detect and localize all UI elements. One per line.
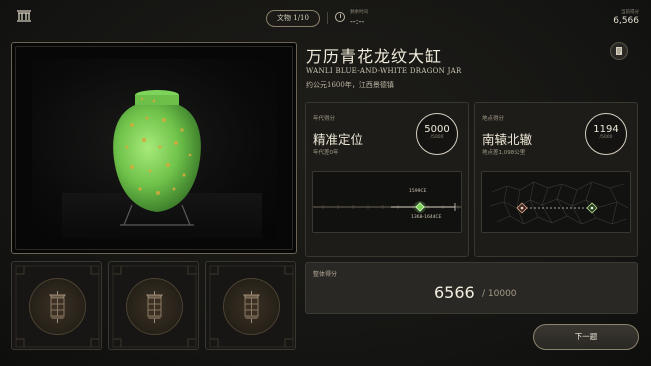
artifact-thumbnail-2[interactable] [108,261,199,350]
location-score-ring: 1194 /5000 [585,113,627,155]
artifact-date-location: 约公元1600年，江西景德镇 [306,81,394,89]
time-value: --:-- [350,17,365,26]
top-bar: 文物 1/10 剩余时间 --:-- 当前得分 6,566 [0,0,651,36]
lantern-icon [49,291,66,323]
location-score-value: 1194 [593,124,619,135]
document-icon [616,47,622,55]
artifact-image-frame [11,42,297,254]
location-score-card: 地点得分 南辕北辙 地点差1,098公里 1194 /5000 [474,102,638,257]
era-score-card: 年代得分 精准定位 年代差0年 5000 /5000 1599CE 1368-1… [305,102,469,257]
location-distance: 地点差1,098公里 [482,150,526,156]
era-timeline: 1599CE 1368-1644CE [312,171,462,233]
era-score-ring: 5000 /5000 [416,113,458,155]
era-score-value: 5000 [424,124,450,135]
artifact-counter: 文物 1/10 [266,10,320,27]
location-score-max: /5000 [599,135,613,140]
current-score-value: 6,566 [613,16,639,26]
lantern-icon [146,291,163,323]
era-score-max: /5000 [430,135,444,140]
museum-icon [17,10,31,22]
divider [327,12,328,24]
location-map[interactable] [481,171,631,233]
era-range-label: 1368-1644CE [411,215,442,220]
timeline-graphic [313,201,461,213]
artifact-thumbnail-3[interactable] [205,261,296,350]
total-score-label: 整体得分 [313,271,338,278]
era-score-label: 年代得分 [313,116,336,122]
era-result: 精准定位 [313,132,364,147]
current-score-label: 当前得分 [621,10,639,15]
total-score-max: / 10000 [482,289,517,299]
time-label: 剩余时间 [350,10,368,15]
guess-year-label: 1599CE [409,189,427,194]
lantern-icon [243,291,260,323]
artifact-thumbnail-1[interactable] [11,261,102,350]
artifact-jar-image [113,90,201,226]
info-document-button[interactable] [610,42,628,60]
era-difference: 年代差0年 [313,150,339,156]
artifact-title: 万历青花龙纹大缸 [306,47,443,66]
clock-icon [335,12,345,22]
artifact-english-name: WANLI BLUE-AND-WHITE DRAGON JAR [306,67,462,75]
location-score-label: 地点得分 [482,116,505,122]
next-question-button[interactable]: 下一题 [533,324,639,350]
location-result: 南辕北辙 [482,132,533,147]
total-score-card: 整体得分 6566 / 10000 [305,262,638,314]
china-map-graphic [482,172,630,232]
total-score-value: 6566 [434,283,475,302]
